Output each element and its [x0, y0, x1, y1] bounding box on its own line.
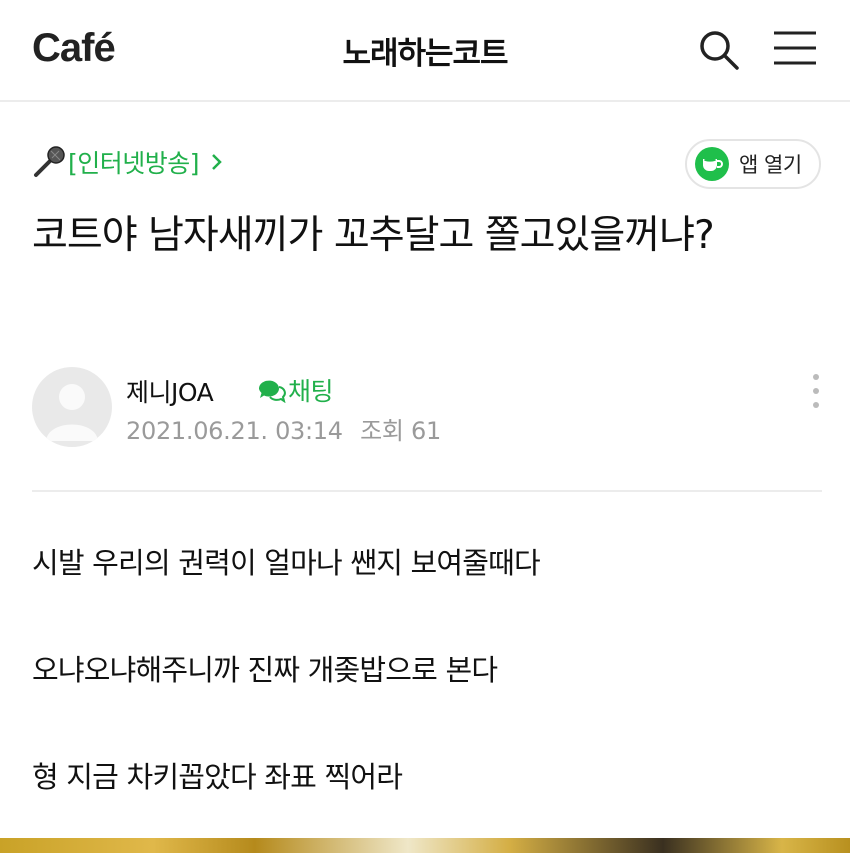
- author-name[interactable]: 제니JOA: [126, 373, 214, 409]
- chat-button[interactable]: 채팅: [256, 372, 334, 408]
- search-icon[interactable]: [697, 28, 741, 72]
- post-image[interactable]: [0, 838, 850, 853]
- microphone-icon: [34, 146, 65, 177]
- open-app-button[interactable]: 앱 열기: [685, 139, 821, 189]
- post-title: 코트야 남자새끼가 꼬추달고 쫄고있을꺼냐?: [32, 213, 715, 258]
- avatar[interactable]: [32, 367, 112, 447]
- chat-label: 채팅: [288, 377, 334, 406]
- divider: [32, 490, 822, 492]
- default-user-icon: [46, 384, 98, 441]
- board-link[interactable]: [인터넷방송]: [68, 144, 200, 180]
- view-count: 조회 61: [360, 417, 441, 445]
- post-date: 2021.06.21. 03:14: [126, 417, 343, 445]
- chat-bubble-icon: [258, 380, 286, 403]
- post-meta: 2021.06.21. 03:14 조회 61: [126, 411, 451, 446]
- post-body-line: 형 지금 차키꼽았다 좌표 찍어라: [32, 760, 403, 794]
- cafe-app-icon: [695, 147, 729, 181]
- chevron-right-icon: [212, 154, 222, 170]
- board-breadcrumb[interactable]: [인터넷방송]: [32, 142, 225, 182]
- post-body-line: 오냐오냐해주니까 진짜 개좆밥으로 본다: [32, 653, 498, 687]
- post-body-line: 시발 우리의 권력이 얼마나 쌘지 보여줄때다: [32, 546, 541, 580]
- more-options-icon[interactable]: [806, 372, 826, 410]
- menu-icon[interactable]: [772, 30, 818, 66]
- open-app-label: 앱 열기: [739, 153, 802, 177]
- top-bar: Café 노래하는코트: [0, 0, 850, 102]
